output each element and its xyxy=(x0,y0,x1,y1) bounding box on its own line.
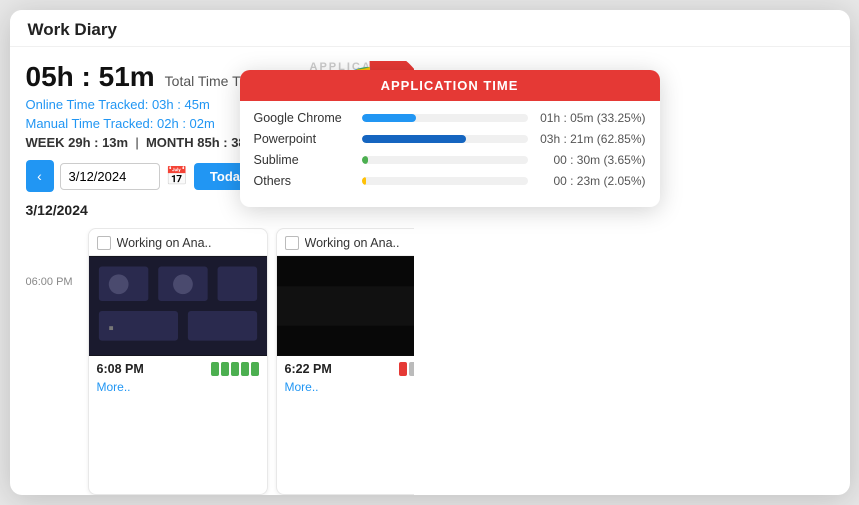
online-label: Online Time Tracked: xyxy=(26,97,149,112)
card-time: 6:08 PM xyxy=(97,362,144,376)
activity-bars xyxy=(211,362,259,376)
app-bar-fill xyxy=(362,114,417,122)
app-bar-container xyxy=(362,114,528,122)
manual-label: Manual Time Tracked: xyxy=(26,116,154,131)
card-more-link[interactable]: More.. xyxy=(89,380,267,400)
app-time-value: 00 : 23m (2.05%) xyxy=(536,174,646,188)
activity-bar xyxy=(399,362,407,376)
card-screenshot xyxy=(277,256,414,356)
app-time-popup: APPLICATION TIME Google Chrome 01h : 05m… xyxy=(240,70,660,207)
cards-area: Working on Ana.. ■ 6:08 PM More.. Workin… xyxy=(84,228,414,495)
app-name: Google Chrome xyxy=(254,111,354,125)
main-window: Work Diary APPLICATION TIME 05h : 51m To… xyxy=(10,10,850,495)
card-title: Working on Ana.. xyxy=(305,236,400,250)
card-screenshot: ■ xyxy=(89,256,267,356)
card-footer: 6:22 PM xyxy=(277,356,414,380)
app-name: Powerpoint xyxy=(254,132,354,146)
activity-bar xyxy=(409,362,414,376)
app-name: Others xyxy=(254,174,354,188)
app-time-popup-body: Google Chrome 01h : 05m (33.25%) Powerpo… xyxy=(240,101,660,207)
activity-bar xyxy=(251,362,259,376)
app-name: Sublime xyxy=(254,153,354,167)
time-column: 06:00 PM xyxy=(26,228,84,495)
week-label: WEEK xyxy=(26,135,65,150)
activity-bar xyxy=(211,362,219,376)
manual-time: 02h : 02m xyxy=(157,116,215,131)
app-time-value: 03h : 21m (62.85%) xyxy=(536,132,646,146)
app-time-value: 00 : 30m (3.65%) xyxy=(536,153,646,167)
card-time: 6:22 PM xyxy=(285,362,332,376)
online-time: 03h : 45m xyxy=(152,97,210,112)
app-bar-container xyxy=(362,177,528,185)
card-more-link[interactable]: More.. xyxy=(277,380,414,400)
card-title: Working on Ana.. xyxy=(117,236,212,250)
card-header: Working on Ana.. xyxy=(89,229,267,256)
app-time-row: Google Chrome 01h : 05m (33.25%) xyxy=(254,111,646,125)
card-checkbox[interactable] xyxy=(285,236,299,250)
date-input[interactable] xyxy=(60,163,160,190)
app-time-value: 01h : 05m (33.25%) xyxy=(536,111,646,125)
card-checkbox[interactable] xyxy=(97,236,111,250)
activity-bar xyxy=(221,362,229,376)
app-bar-fill xyxy=(362,135,467,143)
timeline-area: 06:00 PM Working on Ana.. ■ 6:08 PM More… xyxy=(26,228,414,495)
main-content: APPLICATION TIME 05h : 51m Total Time Tr… xyxy=(10,47,850,495)
card-footer: 6:08 PM xyxy=(89,356,267,380)
week-time: 29h : 13m xyxy=(68,135,128,150)
time-marker: 06:00 PM xyxy=(26,276,76,288)
app-bar-container xyxy=(362,135,528,143)
app-time-row: Powerpoint 03h : 21m (62.85%) xyxy=(254,132,646,146)
window-title: Work Diary xyxy=(28,20,117,39)
activity-bars xyxy=(399,362,414,376)
app-bar-fill xyxy=(362,156,369,164)
svg-text:■: ■ xyxy=(108,324,113,333)
app-time-popup-header: APPLICATION TIME xyxy=(240,70,660,101)
app-time-row: Others 00 : 23m (2.05%) xyxy=(254,174,646,188)
activity-bar xyxy=(241,362,249,376)
total-time: 05h : 51m xyxy=(26,61,155,93)
app-bar-fill xyxy=(362,177,367,185)
month-label: MONTH xyxy=(146,135,194,150)
title-bar: Work Diary xyxy=(10,10,850,47)
calendar-icon[interactable]: 📅 xyxy=(166,166,188,187)
card-header: Working on Ana.. xyxy=(277,229,414,256)
app-bar-container xyxy=(362,156,528,164)
prev-date-button[interactable]: ‹ xyxy=(26,160,54,192)
work-card: Working on Ana.. 6:22 PM More.. xyxy=(276,228,414,495)
work-card: Working on Ana.. ■ 6:08 PM More.. xyxy=(88,228,268,495)
activity-bar xyxy=(231,362,239,376)
app-time-row: Sublime 00 : 30m (3.65%) xyxy=(254,153,646,167)
